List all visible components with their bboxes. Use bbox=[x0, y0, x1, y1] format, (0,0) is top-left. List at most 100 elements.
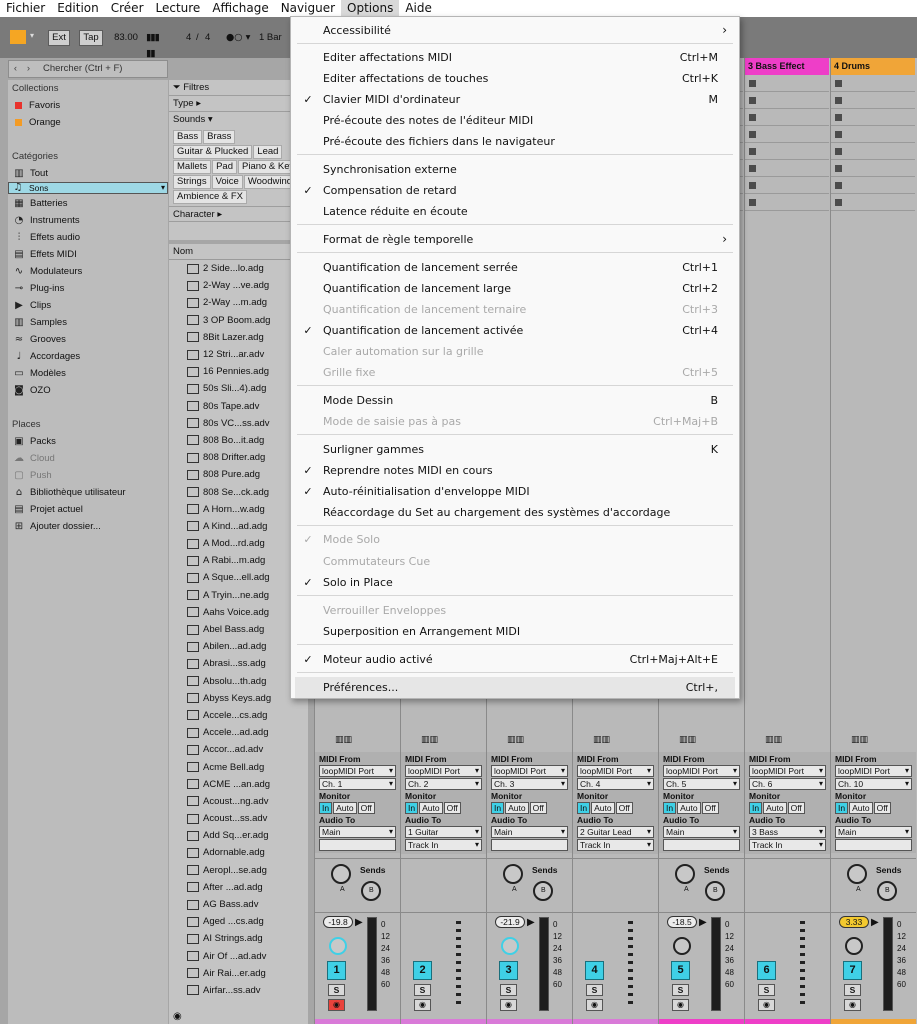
monitor-off-button[interactable]: Off bbox=[701, 802, 719, 814]
menu-item-surligner-gammes[interactable]: Surligner gammes K bbox=[291, 439, 739, 460]
sidebar-item-grooves[interactable]: ≈ Grooves bbox=[8, 331, 168, 348]
file-row[interactable]: ACME ...an.adg bbox=[169, 776, 308, 793]
file-row[interactable]: Acoust...ss.adv bbox=[169, 810, 308, 827]
file-row[interactable]: Accele...cs.adg bbox=[169, 707, 308, 724]
file-row[interactable]: Air Rai...er.adg bbox=[169, 965, 308, 982]
file-row[interactable]: Abilen...ad.adg bbox=[169, 638, 308, 655]
midi-channel-select[interactable]: Ch. 2 bbox=[405, 778, 482, 790]
audio-to-select[interactable]: 1 Guitar bbox=[405, 826, 482, 838]
tag-mallets[interactable]: Mallets bbox=[173, 160, 212, 174]
volume-fader-icon[interactable]: ▶ bbox=[699, 917, 707, 928]
menu-edition[interactable]: Edition bbox=[51, 0, 105, 17]
tempo-field[interactable]: 83.00 bbox=[110, 30, 142, 46]
menu-item-pré-écoute-des-notes-de-l-éditeur-midi[interactable]: Pré-écoute des notes de l'éditeur MIDI bbox=[291, 110, 739, 131]
track-activator-button[interactable]: 5 bbox=[671, 961, 690, 980]
sidebar-item-effets-midi[interactable]: ▤ Effets MIDI bbox=[8, 246, 168, 263]
track-in-select[interactable]: Track In bbox=[577, 839, 654, 851]
arm-button[interactable]: ◉ bbox=[844, 999, 861, 1011]
clip-slot[interactable] bbox=[745, 177, 829, 194]
solo-button[interactable]: S bbox=[414, 984, 431, 996]
sidebar-item-modulateurs[interactable]: ∿ Modulateurs bbox=[8, 263, 168, 280]
sidebar-item-modèles[interactable]: ▭ Modèles bbox=[8, 365, 168, 382]
midi-channel-select[interactable]: Ch. 4 bbox=[577, 778, 654, 790]
arm-button[interactable]: ◉ bbox=[414, 999, 431, 1011]
file-row[interactable]: 2-Way ...m.adg bbox=[169, 294, 308, 311]
clip-stop-icon[interactable] bbox=[749, 130, 756, 138]
clip-stop-icon[interactable] bbox=[749, 181, 756, 189]
arm-button[interactable]: ◉ bbox=[758, 999, 775, 1011]
clip-slot[interactable] bbox=[831, 194, 915, 211]
clip-stop-icon[interactable] bbox=[835, 181, 842, 189]
solo-button[interactable]: S bbox=[586, 984, 603, 996]
sidebar-item-tout[interactable]: ▥ Tout bbox=[8, 165, 168, 182]
ext-sync-button[interactable]: Ext bbox=[48, 30, 70, 46]
tag-guitar-plucked[interactable]: Guitar & Plucked bbox=[173, 145, 253, 159]
solo-button[interactable]: S bbox=[328, 984, 345, 996]
track-in-select[interactable] bbox=[491, 839, 568, 851]
midi-channel-select[interactable]: Ch. 5 bbox=[663, 778, 740, 790]
midi-arm-icon[interactable]: ▥▥ bbox=[679, 735, 696, 745]
midi-channel-select[interactable]: Ch. 10 bbox=[835, 778, 912, 790]
file-row[interactable]: A Horn...w.adg bbox=[169, 501, 308, 518]
clip-slot[interactable] bbox=[831, 109, 915, 126]
sounds-filter[interactable]: Sounds ▾ bbox=[169, 112, 308, 128]
clip-stop-icon[interactable] bbox=[835, 96, 842, 104]
audio-to-select[interactable]: Main bbox=[835, 826, 912, 838]
sidebar-item-push[interactable]: ▢ Push bbox=[8, 467, 168, 484]
tag-brass[interactable]: Brass bbox=[203, 130, 236, 144]
send-a-knob[interactable] bbox=[847, 864, 867, 884]
type-filter[interactable]: Type ▸ bbox=[169, 96, 308, 112]
menu-item-synchronisation-externe[interactable]: Synchronisation externe bbox=[291, 159, 739, 180]
chevron-down-icon[interactable]: ▾ bbox=[30, 31, 34, 40]
clip-stop-icon[interactable] bbox=[749, 147, 756, 155]
file-row[interactable]: Accor...ad.adv bbox=[169, 741, 308, 758]
midi-from-select[interactable]: loopMIDI Port bbox=[835, 765, 912, 777]
sidebar-item-samples[interactable]: ▥ Samples bbox=[8, 314, 168, 331]
menu-item-pré-écoute-des-fichiers-dans-le-navigateur[interactable]: Pré-écoute des fichiers dans le navigate… bbox=[291, 131, 739, 152]
monitor-off-button[interactable]: Off bbox=[873, 802, 891, 814]
monitor-off-button[interactable]: Off bbox=[787, 802, 805, 814]
midi-channel-select[interactable]: Ch. 6 bbox=[749, 778, 826, 790]
track-in-select[interactable]: Track In bbox=[749, 839, 826, 851]
time-signature-numerator[interactable]: 4 bbox=[186, 30, 194, 46]
metronome-icon[interactable]: ●○ ▾ bbox=[226, 30, 256, 46]
file-row[interactable]: Aahs Voice.adg bbox=[169, 604, 308, 621]
monitor-in-button[interactable]: In bbox=[835, 802, 849, 814]
menu-naviguer[interactable]: Naviguer bbox=[275, 0, 341, 17]
file-row[interactable]: 808 Drifter.adg bbox=[169, 449, 308, 466]
menu-item-editer-affectations-de-touches[interactable]: Editer affectations de touches Ctrl+K bbox=[291, 68, 739, 89]
file-row[interactable]: 2-Way ...ve.adg bbox=[169, 277, 308, 294]
tag-bass[interactable]: Bass bbox=[173, 130, 203, 144]
menu-item-editer-affectations-midi[interactable]: Editer affectations MIDI Ctrl+M bbox=[291, 47, 739, 68]
clip-slot[interactable] bbox=[745, 109, 829, 126]
monitor-auto-button[interactable]: Auto bbox=[763, 802, 787, 814]
track-header[interactable]: 4 Drums bbox=[831, 58, 915, 75]
file-row[interactable]: A Rabi...m.adg bbox=[169, 552, 308, 569]
file-row[interactable]: Absolu...th.adg bbox=[169, 673, 308, 690]
sidebar-item-plug-ins[interactable]: ⊸ Plug-ins bbox=[8, 280, 168, 297]
menu-item-compensation-de-retard[interactable]: ✓ Compensation de retard bbox=[291, 180, 739, 201]
clip-stop-icon[interactable] bbox=[749, 96, 756, 104]
file-row[interactable]: Abrasi...ss.adg bbox=[169, 655, 308, 672]
track-in-select[interactable] bbox=[319, 839, 396, 851]
track-in-select[interactable] bbox=[663, 839, 740, 851]
monitor-in-button[interactable]: In bbox=[491, 802, 505, 814]
file-row[interactable]: After ...ad.adg bbox=[169, 879, 308, 896]
file-row[interactable]: 2 Side...lo.adg bbox=[169, 260, 308, 277]
track-activator-button[interactable]: 2 bbox=[413, 961, 432, 980]
file-row[interactable]: Abel Bass.adg bbox=[169, 621, 308, 638]
volume-fader-icon[interactable]: ▶ bbox=[871, 917, 879, 928]
sidebar-item-accordages[interactable]: ♩ Accordages bbox=[8, 348, 168, 365]
audio-to-select[interactable]: Main bbox=[491, 826, 568, 838]
audio-to-select[interactable]: 2 Guitar Lead bbox=[577, 826, 654, 838]
volume-value[interactable]: 3.33 bbox=[839, 916, 869, 928]
menu-fichier[interactable]: Fichier bbox=[0, 0, 51, 17]
monitor-auto-button[interactable]: Auto bbox=[591, 802, 615, 814]
track-activator-button[interactable]: 3 bbox=[499, 961, 518, 980]
solo-button[interactable]: S bbox=[758, 984, 775, 996]
sidebar-item-ozo[interactable]: ◙ OZO bbox=[8, 382, 168, 399]
live-logo-icon[interactable] bbox=[10, 30, 26, 44]
pan-knob[interactable] bbox=[501, 937, 519, 955]
menu-item-format-de-règle-temporelle[interactable]: Format de règle temporelle › bbox=[291, 229, 739, 250]
midi-from-select[interactable]: loopMIDI Port bbox=[405, 765, 482, 777]
